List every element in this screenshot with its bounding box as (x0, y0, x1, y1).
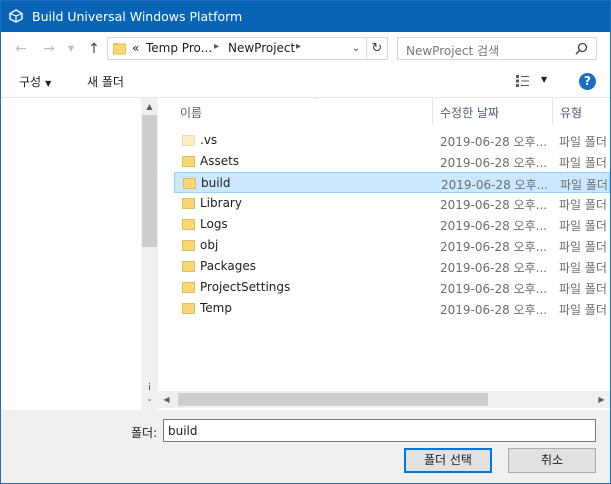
search-placeholder: NewProject 검색 (406, 44, 500, 58)
organize-label: 구성 (19, 75, 42, 89)
file-date: 2019-06-28 오후... (440, 282, 546, 296)
navigation-pane[interactable] (1, 98, 141, 411)
file-date: 2019-06-28 오후... (440, 156, 546, 170)
view-dropdown-icon[interactable]: ▼ (541, 75, 547, 84)
file-name: Packages (200, 259, 256, 273)
list-item[interactable]: build 2019-06-28 오후... 파일 폴더 (174, 172, 610, 193)
file-type: 파일 폴더 (559, 261, 607, 275)
cancel-button[interactable]: 취소 (508, 448, 596, 473)
search-icon[interactable] (575, 42, 588, 55)
address-bar[interactable]: « Temp Pro... ▸ NewProject ▸ ⌄ ↻ (107, 37, 388, 60)
list-item[interactable]: ProjectSettings 2019-06-28 오후... 파일 폴더 (174, 277, 610, 298)
chevron-right-icon[interactable]: ▸ (214, 41, 219, 52)
file-type: 파일 폴더 (559, 282, 607, 296)
view-options-icon[interactable] (516, 74, 534, 88)
file-list: ⌃ 이름 수정한 날짜 유형 .vs 2019-06-28 오후... 파일 폴더 A… (161, 98, 610, 411)
unity-logo-icon (9, 9, 23, 23)
file-date: 2019-06-28 오후... (440, 198, 546, 212)
refresh-icon[interactable]: ↻ (366, 38, 387, 59)
new-folder-button[interactable]: 새 폴더 (87, 73, 124, 90)
chevron-down-icon[interactable]: ⌄ (347, 39, 365, 58)
list-item[interactable]: Logs 2019-06-28 오후... 파일 폴더 (174, 214, 610, 235)
file-name: obj (200, 238, 219, 252)
breadcrumb-temp-project[interactable]: Temp Pro... (146, 41, 212, 55)
folder-icon (182, 282, 195, 293)
horizontal-scrollbar[interactable]: ◀ ▶ (158, 391, 610, 408)
recent-locations-dropdown-icon[interactable]: ▼ (63, 41, 79, 57)
breadcrumb-newproject[interactable]: NewProject (228, 41, 295, 55)
folder-label: 폴더: (131, 426, 158, 440)
file-type: 파일 폴더 (559, 240, 607, 254)
help-icon[interactable]: ? (579, 73, 596, 90)
list-item[interactable]: .vs 2019-06-28 오후... 파일 폴더 (174, 130, 610, 151)
search-box[interactable]: NewProject 검색 (397, 37, 597, 60)
folder-icon (182, 135, 195, 146)
select-folder-button[interactable]: 폴더 선택 (404, 448, 492, 473)
caret-down-icon: ▼ (45, 79, 52, 88)
scrollbar-marker: i (148, 383, 151, 393)
sort-indicator-icon: ⌃ (312, 98, 320, 106)
folder-icon (182, 261, 195, 272)
arrow-right-icon[interactable]: → (41, 41, 57, 57)
file-type: 파일 폴더 (559, 303, 607, 317)
scroll-down-icon[interactable]: ⌄ (141, 394, 158, 403)
file-name: Assets (200, 154, 240, 168)
folder-icon (182, 219, 195, 230)
folder-icon (183, 178, 196, 189)
list-item[interactable]: Packages 2019-06-28 오후... 파일 폴더 (174, 256, 610, 277)
file-name: Library (200, 196, 242, 210)
scrollbar-thumb[interactable] (178, 393, 488, 406)
file-type: 파일 폴더 (560, 178, 608, 192)
folder-icon (182, 240, 195, 251)
file-name: ProjectSettings (200, 280, 291, 294)
file-date: 2019-06-28 오후... (440, 135, 546, 149)
file-name: Temp (200, 301, 232, 315)
folder-icon (182, 198, 195, 209)
navigation-bar: ← → ▼ ↑ « Temp Pro... ▸ NewProject ▸ ⌄ ↻… (1, 32, 610, 65)
folder-name-input[interactable] (163, 419, 596, 442)
command-bar: 구성 ▼ 새 폴더 ▼ ? (1, 65, 610, 97)
list-item[interactable]: Library 2019-06-28 오후... 파일 폴더 (174, 193, 610, 214)
scroll-right-icon[interactable]: ▶ (593, 391, 610, 408)
file-date: 2019-06-28 오후... (440, 240, 546, 254)
folder-icon (182, 156, 195, 167)
file-type: 파일 폴더 (559, 156, 607, 170)
file-name: .vs (200, 133, 218, 147)
folder-icon (182, 303, 195, 314)
file-name: build (201, 176, 231, 190)
column-header-name[interactable]: ⌃ 이름 (174, 98, 433, 124)
organize-menu[interactable]: 구성 ▼ (19, 73, 51, 90)
arrow-left-icon[interactable]: ← (13, 41, 29, 57)
list-item[interactable]: obj 2019-06-28 오후... 파일 폴더 (174, 235, 610, 256)
arrow-up-icon[interactable]: ↑ (86, 41, 102, 57)
file-type: 파일 폴더 (559, 219, 607, 233)
scrollbar-thumb[interactable] (142, 115, 157, 247)
column-header-date[interactable]: 수정한 날짜 (433, 98, 553, 124)
file-date: 2019-06-28 오후... (440, 303, 546, 317)
folder-icon (113, 43, 126, 55)
title-bar[interactable]: Build Universal Windows Platform (1, 1, 610, 32)
window-title: Build Universal Windows Platform (32, 9, 243, 24)
list-item[interactable]: Assets 2019-06-28 오후... 파일 폴더 (174, 151, 610, 172)
file-name: Logs (200, 217, 228, 231)
breadcrumb-overflow[interactable]: « (132, 41, 139, 55)
file-date: 2019-06-28 오후... (440, 261, 546, 275)
list-item[interactable]: Temp 2019-06-28 오후... 파일 폴더 (174, 298, 610, 319)
scroll-left-icon[interactable]: ◀ (158, 391, 175, 408)
file-dialog-window: Build Universal Windows Platform ← → ▼ ↑… (0, 0, 611, 484)
chevron-right-icon[interactable]: ▸ (296, 41, 301, 52)
file-type: 파일 폴더 (559, 198, 607, 212)
column-header-type[interactable]: 유형 (553, 98, 610, 124)
scroll-up-icon[interactable]: ▲ (141, 98, 158, 115)
navigation-pane-scrollbar[interactable]: ▲ i (141, 98, 158, 411)
file-date: 2019-06-28 오후... (440, 219, 546, 233)
content-area: ▲ i ⌄ ⌃ 이름 수정한 날짜 유형 .vs 2019-06-28 오후...… (1, 97, 610, 411)
file-type: 파일 폴더 (559, 135, 607, 149)
file-date: 2019-06-28 오후... (441, 178, 547, 192)
bottom-panel: 폴더: 폴더 선택 취소 (1, 410, 610, 483)
